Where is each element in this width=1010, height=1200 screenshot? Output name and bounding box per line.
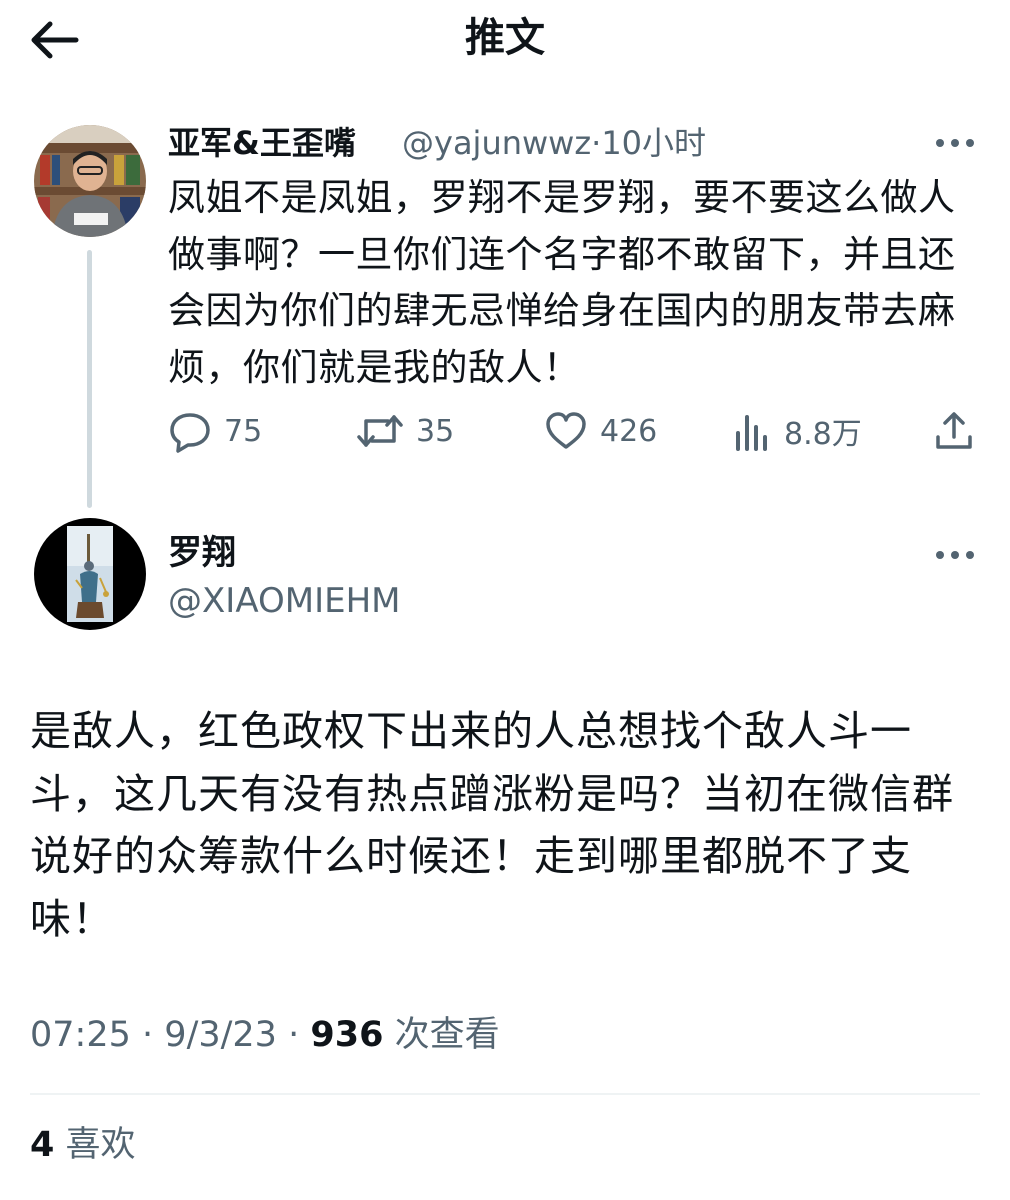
separator: · [288, 1015, 300, 1055]
author-name[interactable]: 亚军&王歪嘴 [168, 120, 356, 166]
tweet-date[interactable]: 9/3/23 [164, 1015, 277, 1055]
more-icon [936, 139, 974, 147]
reply-icon [170, 413, 210, 453]
views-label: 次查看 [394, 1015, 500, 1055]
page-title: 推文 [465, 15, 545, 61]
avatar[interactable] [34, 518, 146, 630]
tweet-text: 凤姐不是凤姐，罗翔不是罗翔，要不要这么做人做事啊？一旦你们连个名字都不敢留下，并… [168, 176, 956, 389]
views-button[interactable]: 8.8万 [732, 406, 862, 456]
tweet-text: 是敌人，红色政权下出来的人总想找个敌人斗一斗，这几天有没有热点蹭涨粉是吗？当初在… [30, 707, 954, 943]
likes-summary[interactable]: 4 喜欢 [30, 1120, 136, 1170]
like-count: 426 [600, 413, 658, 449]
divider [30, 1093, 980, 1095]
separator: · [591, 124, 602, 162]
views-count: 936 [310, 1015, 384, 1055]
views-icon [736, 415, 767, 451]
share-button[interactable] [932, 406, 976, 456]
more-button[interactable] [930, 538, 980, 572]
tweet-time[interactable]: 07:25 [30, 1015, 131, 1055]
share-icon [936, 412, 972, 449]
author-name[interactable]: 罗翔 [168, 530, 236, 576]
tweet-time: 10小时 [601, 124, 707, 162]
retweet-button[interactable]: 35 [356, 406, 454, 456]
like-button[interactable]: 426 [544, 406, 657, 456]
author-handle-time[interactable]: @yajunwwz·10小时 [402, 120, 706, 166]
views-count: 8.8万 [784, 417, 862, 452]
likes-count: 4 [30, 1125, 55, 1165]
avatar[interactable] [34, 125, 146, 237]
reply-count: 75 [224, 413, 263, 449]
retweet-count: 35 [416, 413, 455, 449]
more-icon [936, 551, 974, 559]
reply-button[interactable]: 75 [168, 406, 262, 456]
heart-icon [546, 412, 586, 449]
more-button[interactable] [930, 126, 980, 160]
author-handle: @yajunwwz [402, 124, 592, 162]
retweet-icon [357, 415, 403, 447]
author-handle[interactable]: @XIAOMIEHM [168, 578, 401, 624]
separator: · [142, 1015, 154, 1055]
tweet-meta: 07:25 · 9/3/23 · 936 次查看 [30, 1010, 500, 1060]
likes-label: 喜欢 [65, 1125, 136, 1165]
thread-line [87, 250, 92, 508]
